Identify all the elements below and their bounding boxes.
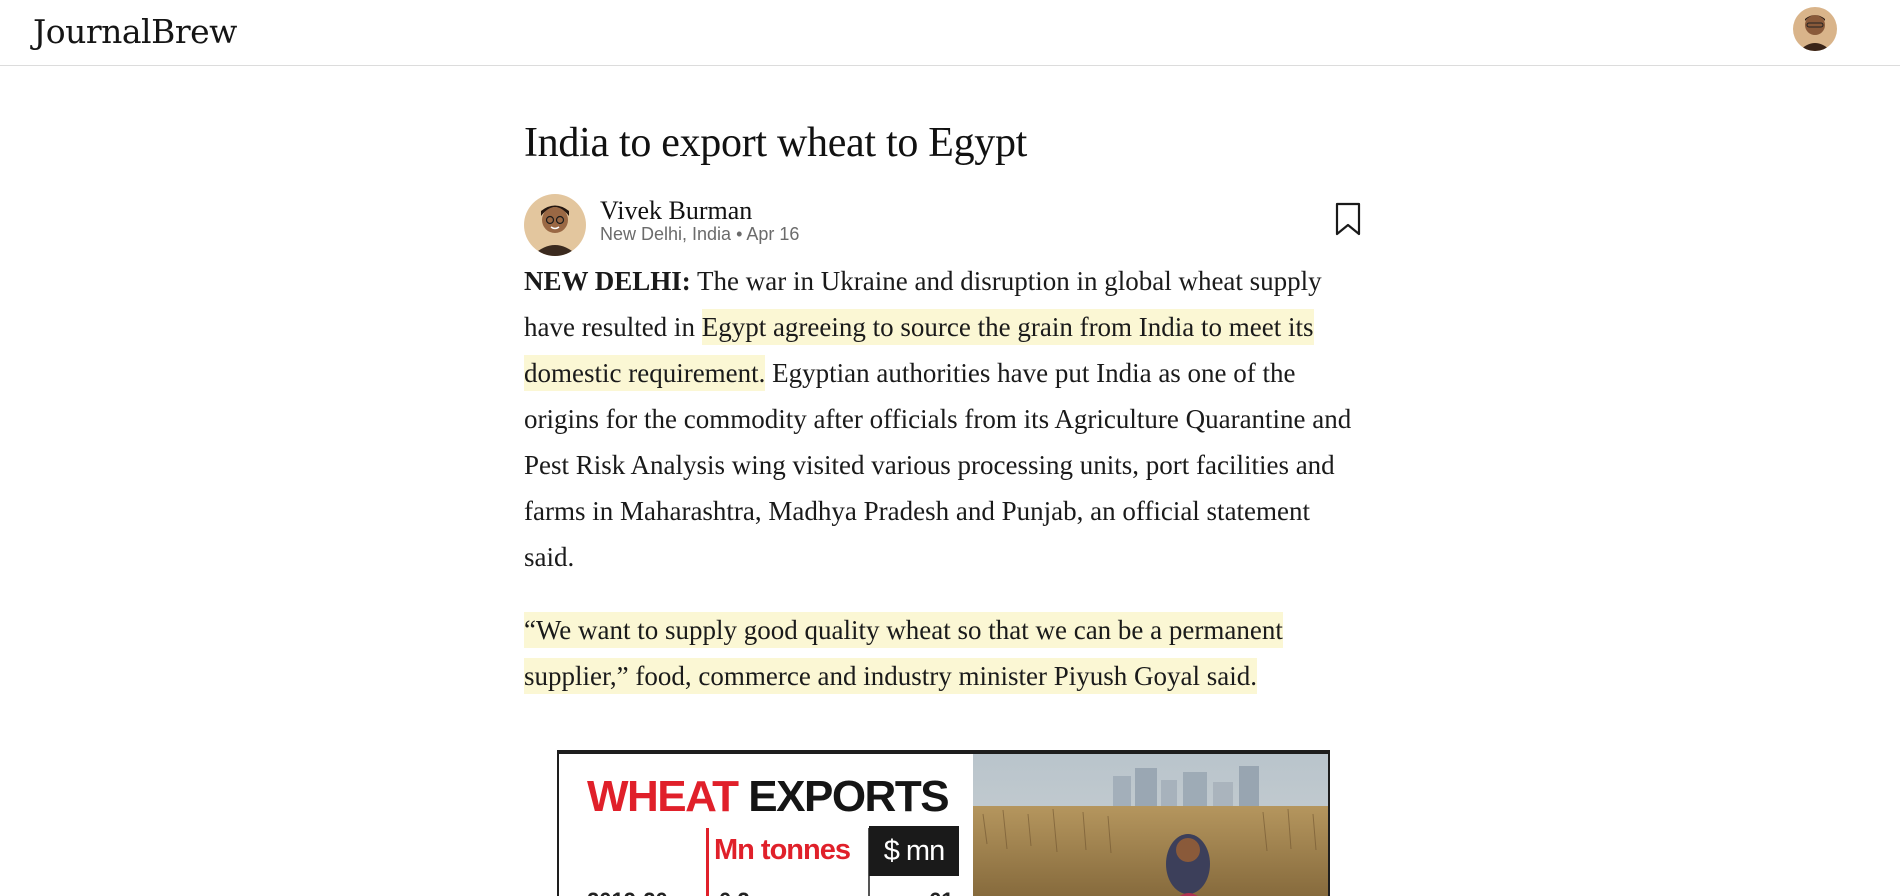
- byline: Vivek Burman New Delhi, India • Apr 16: [524, 194, 1364, 274]
- article-title: India to export wheat to Egypt: [524, 120, 1028, 166]
- author-meta: New Delhi, India • Apr 16: [600, 224, 799, 245]
- infographic-title: WHEAT EXPORTS: [587, 772, 950, 822]
- infographic-row-money: 61: [929, 888, 953, 896]
- infographic-panel: WHEAT EXPORTS Mn tonnes $ mn 2019-20 0.2…: [559, 754, 973, 896]
- meta-separator: •: [736, 224, 743, 244]
- infographic-divider: [706, 828, 709, 896]
- infographic-unit-money: $ mn: [869, 826, 959, 876]
- author-location: New Delhi, India: [600, 224, 732, 244]
- author-name[interactable]: Vivek Burman: [600, 196, 752, 226]
- author-avatar[interactable]: [524, 194, 586, 256]
- article-quote-paragraph: “We want to supply good quality wheat so…: [524, 607, 1364, 699]
- wheat-field-photo: [973, 754, 1328, 896]
- top-bar: JournalBrew: [0, 0, 1900, 66]
- wheat-exports-image: WHEAT EXPORTS Mn tonnes $ mn 2019-20 0.2…: [557, 750, 1330, 896]
- highlighted-quote[interactable]: “We want to supply good quality wheat so…: [524, 612, 1283, 694]
- infographic-title-red: WHEAT: [587, 772, 739, 821]
- user-avatar[interactable]: [1793, 7, 1837, 51]
- article: India to export wheat to Egypt Vivek Bur…: [524, 110, 1364, 699]
- article-paragraph: NEW DELHI: The war in Ukraine and disrup…: [524, 258, 1364, 580]
- infographic-row-tonnes: 0.2: [719, 888, 750, 896]
- brand-logo[interactable]: JournalBrew: [33, 12, 237, 51]
- bookmark-icon[interactable]: [1335, 202, 1361, 236]
- infographic-title-dark: EXPORTS: [737, 772, 949, 821]
- publish-date: Apr 16: [746, 224, 800, 244]
- infographic-row-year: 2019-20: [587, 888, 668, 896]
- infographic-unit-tonnes: Mn tonnes: [714, 834, 851, 866]
